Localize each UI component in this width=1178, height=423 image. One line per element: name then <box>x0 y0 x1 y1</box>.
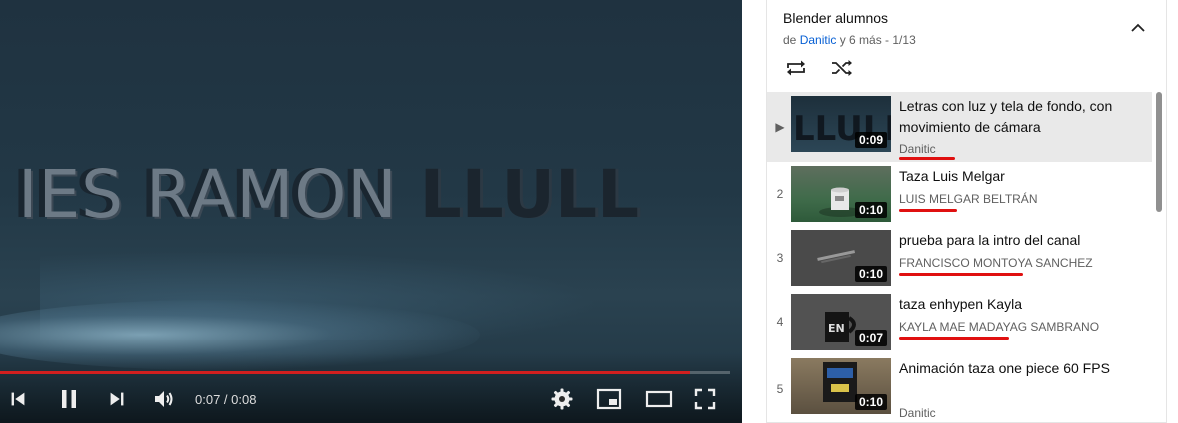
duration-badge: 0:10 <box>854 394 887 410</box>
duration-badge: 0:07 <box>854 330 887 346</box>
volume-icon <box>155 391 173 407</box>
playlist-header: Blender alumnos de Danitic y 6 más - 1/1… <box>767 0 1166 92</box>
annotation-underline <box>899 209 957 212</box>
fullscreen-icon <box>694 388 716 410</box>
duration-badge: 0:10 <box>854 202 887 218</box>
theater-mode-icon <box>645 390 673 408</box>
chevron-up-icon <box>1131 23 1145 32</box>
channel-name: KAYLA MAE MADAYAG SAMBRANO <box>899 320 1100 334</box>
collapse-playlist-button[interactable] <box>1126 16 1150 40</box>
playlist-item[interactable]: 2 0:10 Taza Luis Melgar LUIS MELGAR BELT… <box>767 162 1152 226</box>
fullscreen-button[interactable] <box>692 386 718 412</box>
video-player[interactable]: IES RAMON LLULL 0:07 / 0:08 <box>0 0 742 423</box>
app-root: IES RAMON LLULL 0:07 / 0:08 Blender alum… <box>0 0 1178 423</box>
now-playing-indicator: ▶ <box>775 120 785 134</box>
video-thumbnail: LLULL 0:09 <box>791 96 891 152</box>
playlist-title[interactable]: Blender alumnos <box>783 10 888 26</box>
time-display: 0:07 / 0:08 <box>195 392 257 407</box>
video-thumbnail: 0:10 <box>791 358 891 414</box>
playlist-item-current[interactable]: ▶ LLULL 0:09 Letras con luz y tela de fo… <box>767 92 1152 162</box>
channel-name: FRANCISCO MONTOYA SANCHEZ <box>899 256 1093 270</box>
video-thumbnail: 0:10 <box>791 230 891 286</box>
playlist-subtitle-prefix: de <box>783 33 800 47</box>
playlist-scrollbar[interactable] <box>1156 92 1162 212</box>
pause-icon <box>62 390 76 408</box>
video-thumbnail: EN 0:07 <box>791 294 891 350</box>
progress-played <box>0 371 690 374</box>
channel-name: LUIS MELGAR BELTRÁN <box>899 192 1038 206</box>
playlist-owner-link[interactable]: Danitic <box>800 33 837 47</box>
video-title: Letras con luz y tela de fondo, con movi… <box>899 98 1113 135</box>
annotation-underline <box>899 157 955 160</box>
loop-icon <box>787 60 805 76</box>
playlist-item[interactable]: 4 EN 0:07 taza enhypen Kayla KAYLA MAE M… <box>767 290 1152 354</box>
miniplayer-icon <box>596 388 622 410</box>
shuffle-playlist-button[interactable] <box>829 56 855 80</box>
video-title: Animación taza one piece 60 FPS <box>899 360 1110 376</box>
video-title: taza enhypen Kayla <box>899 296 1022 312</box>
settings-button[interactable] <box>549 386 575 412</box>
item-index: 2 <box>776 187 784 201</box>
playlist-item[interactable]: 3 0:10 prueba para la intro del canal FR… <box>767 226 1152 290</box>
loop-playlist-button[interactable] <box>783 56 809 80</box>
annotation-underline <box>899 337 1009 340</box>
shuffle-icon <box>832 60 852 76</box>
miniplayer-button[interactable] <box>596 386 622 412</box>
channel-name: Danitic <box>899 142 936 156</box>
item-index: 4 <box>776 315 784 329</box>
video-frame-text: IES RAMON LLULL <box>18 162 639 228</box>
duration-badge: 0:10 <box>854 266 887 282</box>
annotation-underline <box>899 273 1023 276</box>
video-title: prueba para la intro del canal <box>899 232 1081 248</box>
volume-button[interactable] <box>151 386 177 412</box>
channel-name: Danitic <box>899 406 936 420</box>
next-button[interactable] <box>104 386 130 412</box>
playlist-subtitle: de Danitic y 6 más - 1/13 <box>783 33 916 47</box>
playlist-item[interactable]: 5 0:10 Animación taza one piece 60 FPS D… <box>767 354 1152 423</box>
item-index: 3 <box>776 251 784 265</box>
video-text-ies-ramon: IES RAMON <box>18 156 420 233</box>
gear-icon <box>551 388 573 410</box>
item-index: 5 <box>776 382 784 396</box>
svg-text:EN: EN <box>828 322 845 335</box>
theater-mode-button[interactable] <box>644 386 674 412</box>
video-title: Taza Luis Melgar <box>899 168 1005 184</box>
video-text-llull: LLULL <box>419 156 640 233</box>
playlist-subtitle-suffix: y 6 más - 1/13 <box>836 33 916 47</box>
skip-next-icon <box>110 392 124 406</box>
previous-button[interactable] <box>5 386 31 412</box>
pause-button[interactable] <box>56 386 82 412</box>
video-thumbnail: 0:10 <box>791 166 891 222</box>
progress-bar[interactable] <box>0 371 730 374</box>
player-controls: 0:07 / 0:08 <box>0 378 742 418</box>
duration-badge: 0:09 <box>854 132 887 148</box>
skip-previous-icon <box>11 392 25 406</box>
playlist-items: ▶ LLULL 0:09 Letras con luz y tela de fo… <box>767 92 1152 423</box>
playlist-panel: Blender alumnos de Danitic y 6 más - 1/1… <box>766 0 1167 423</box>
